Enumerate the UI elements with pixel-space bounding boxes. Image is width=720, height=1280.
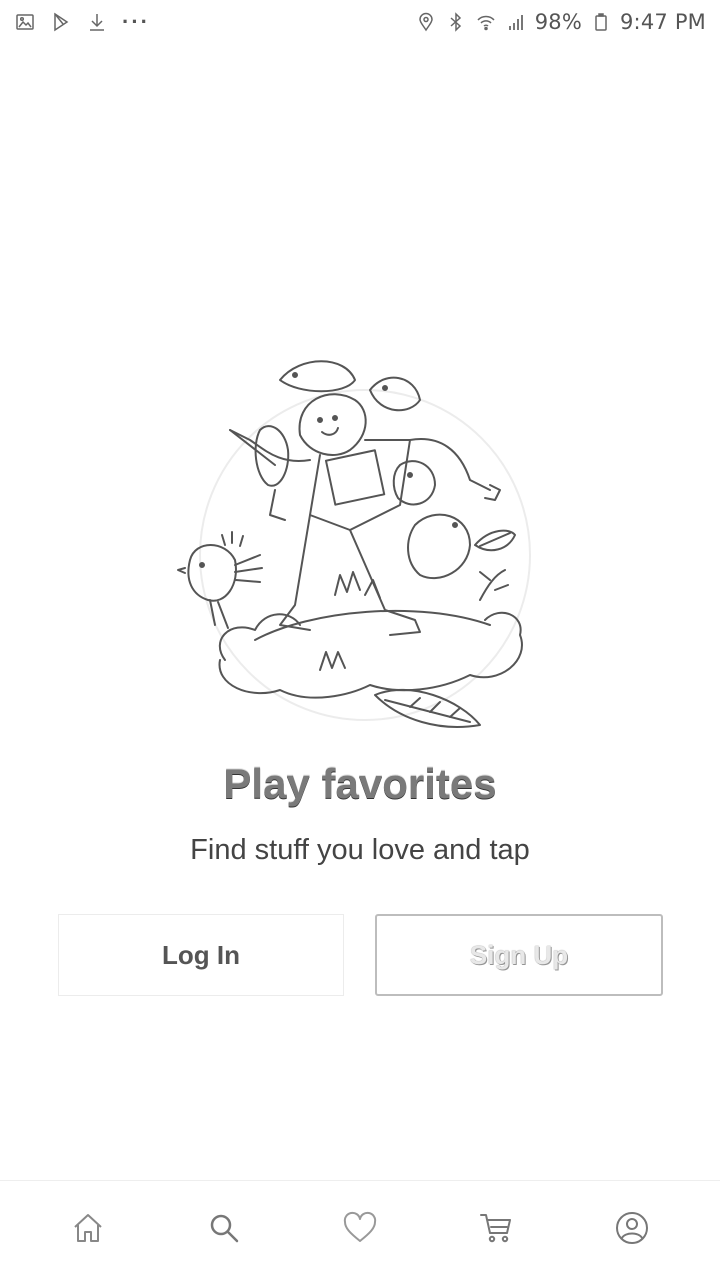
- battery-icon: [590, 11, 612, 33]
- signup-button[interactable]: Sign Up: [375, 914, 663, 996]
- status-bar-right: 98% 9:47 PM: [415, 10, 706, 34]
- onboarding-subtitle: Find stuff you love and tap: [190, 834, 530, 866]
- signal-icon: [505, 11, 527, 33]
- wifi-icon: [475, 11, 497, 33]
- image-icon: [14, 11, 36, 33]
- bottom-navigation: [0, 1180, 720, 1280]
- clock: 9:47 PM: [619, 10, 706, 34]
- nav-search[interactable]: [194, 1201, 254, 1261]
- home-icon: [70, 1210, 106, 1251]
- download-icon: [86, 11, 108, 33]
- location-icon: [415, 11, 437, 33]
- heart-icon: [342, 1210, 378, 1251]
- status-bar-left: ···: [14, 11, 150, 33]
- nav-profile[interactable]: [602, 1201, 662, 1261]
- nav-home[interactable]: [58, 1201, 118, 1261]
- onboarding-title: Play favorites: [223, 760, 497, 807]
- search-icon: [206, 1210, 242, 1251]
- profile-icon: [614, 1210, 650, 1251]
- cart-icon: [478, 1210, 514, 1251]
- nav-cart[interactable]: [466, 1201, 526, 1261]
- battery-percent: 98%: [534, 10, 582, 34]
- login-button[interactable]: Log In: [58, 914, 344, 996]
- character-with-animals-illustration: [170, 340, 550, 740]
- more-dots-icon: ···: [122, 9, 150, 34]
- status-bar: ··· 98% 9:47 PM: [0, 0, 720, 44]
- play-store-icon: [50, 11, 72, 33]
- nav-favorites[interactable]: [330, 1201, 390, 1261]
- bluetooth-icon: [445, 11, 467, 33]
